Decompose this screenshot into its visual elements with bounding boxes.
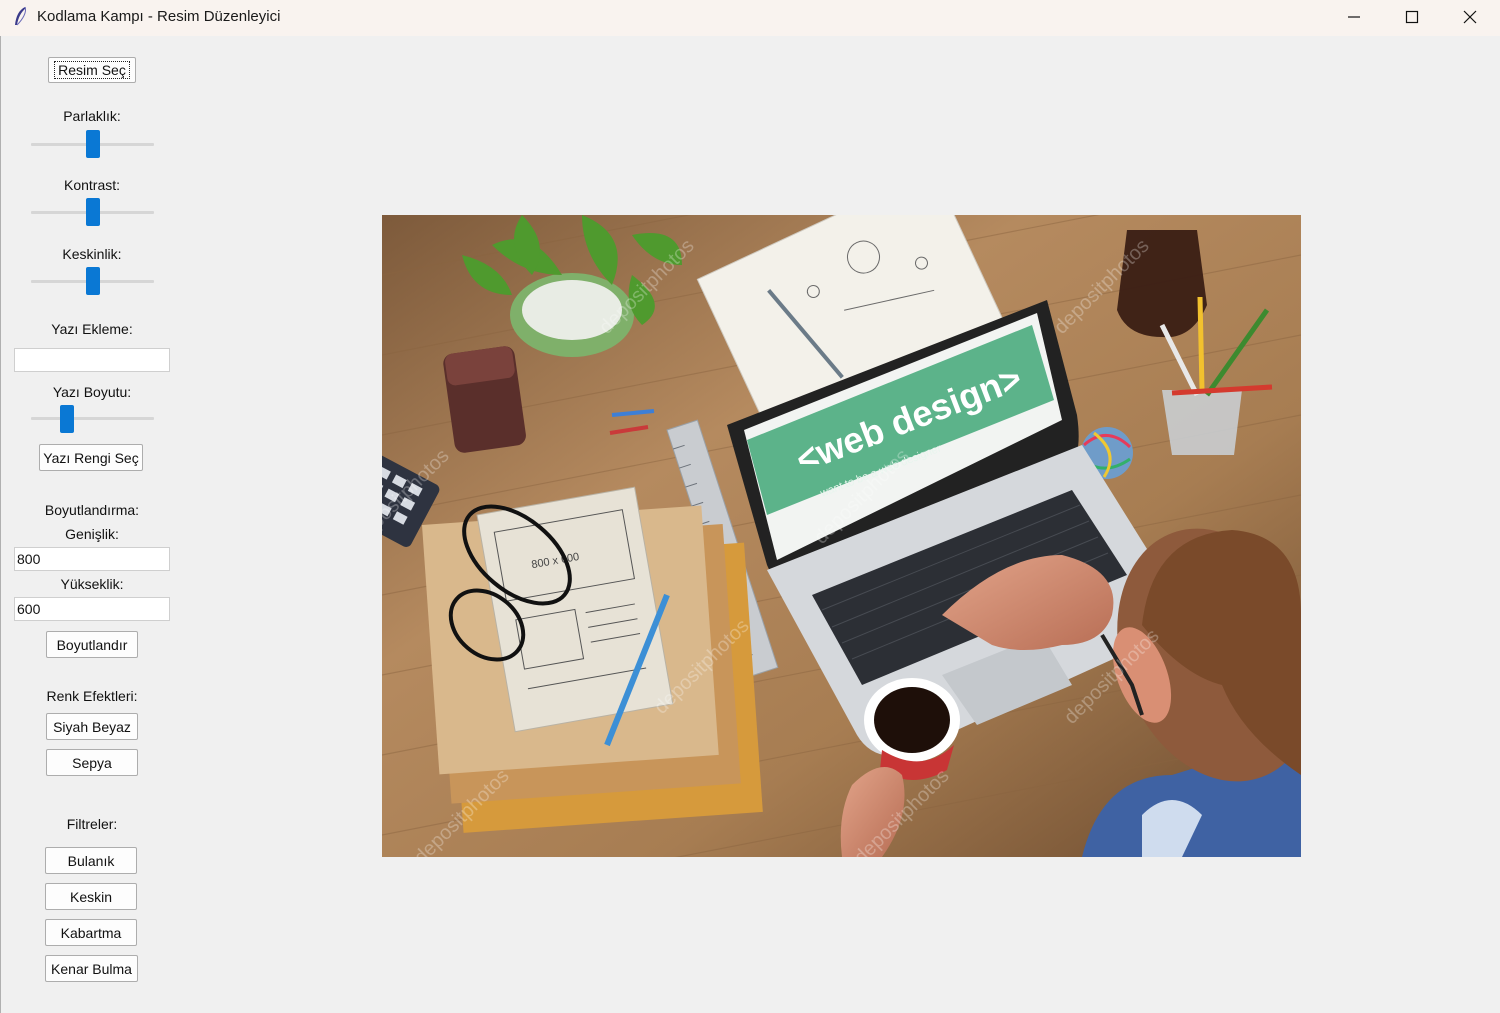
close-button[interactable] [1441,0,1499,34]
text-add-label: Yazı Ekleme: [51,321,133,337]
maximize-button[interactable] [1383,0,1441,34]
width-label: Genişlik: [65,526,119,542]
sepia-button[interactable]: Sepya [46,749,138,776]
sharpness-slider-thumb[interactable] [86,267,100,295]
window-title: Kodlama Kampı - Resim Düzenleyici [37,8,281,25]
font-size-slider-thumb[interactable] [60,405,74,433]
maximize-icon [1405,10,1419,24]
font-size-label: Yazı Boyutu: [52,384,132,400]
close-icon [1463,10,1477,24]
emboss-button[interactable]: Kabartma [45,919,137,946]
black-white-button[interactable]: Siyah Beyaz [46,713,138,740]
sharpness-label: Keskinlik: [62,246,122,262]
edge-detect-button[interactable]: Kenar Bulma [45,955,138,982]
height-label: Yükseklik: [60,576,124,592]
feather-icon [15,6,26,26]
resize-label: Boyutlandırma: [44,502,140,518]
web-design-photo: 800 x 600 <web design> want to be a web … [382,215,1301,857]
blur-button[interactable]: Bulanık [45,847,137,874]
minimize-icon [1348,16,1360,18]
resize-button[interactable]: Boyutlandır [46,631,138,658]
contrast-slider-thumb[interactable] [86,198,100,226]
brightness-label: Parlaklık: [63,108,121,124]
text-add-input[interactable] [14,348,170,372]
width-input[interactable] [14,547,170,571]
sharpen-button[interactable]: Keskin [45,883,137,910]
filters-label: Filtreler: [66,816,118,832]
color-effects-label: Renk Efektleri: [46,688,138,704]
height-input[interactable] [14,597,170,621]
minimize-button[interactable] [1325,0,1383,34]
select-image-button[interactable]: Resim Seç [48,57,136,83]
title-bar: Kodlama Kampı - Resim Düzenleyici [0,0,1500,36]
text-color-button[interactable]: Yazı Rengi Seç [39,444,143,471]
brightness-slider-thumb[interactable] [86,130,100,158]
contrast-label: Kontrast: [63,177,121,193]
image-preview: 800 x 600 <web design> want to be a web … [382,215,1301,857]
